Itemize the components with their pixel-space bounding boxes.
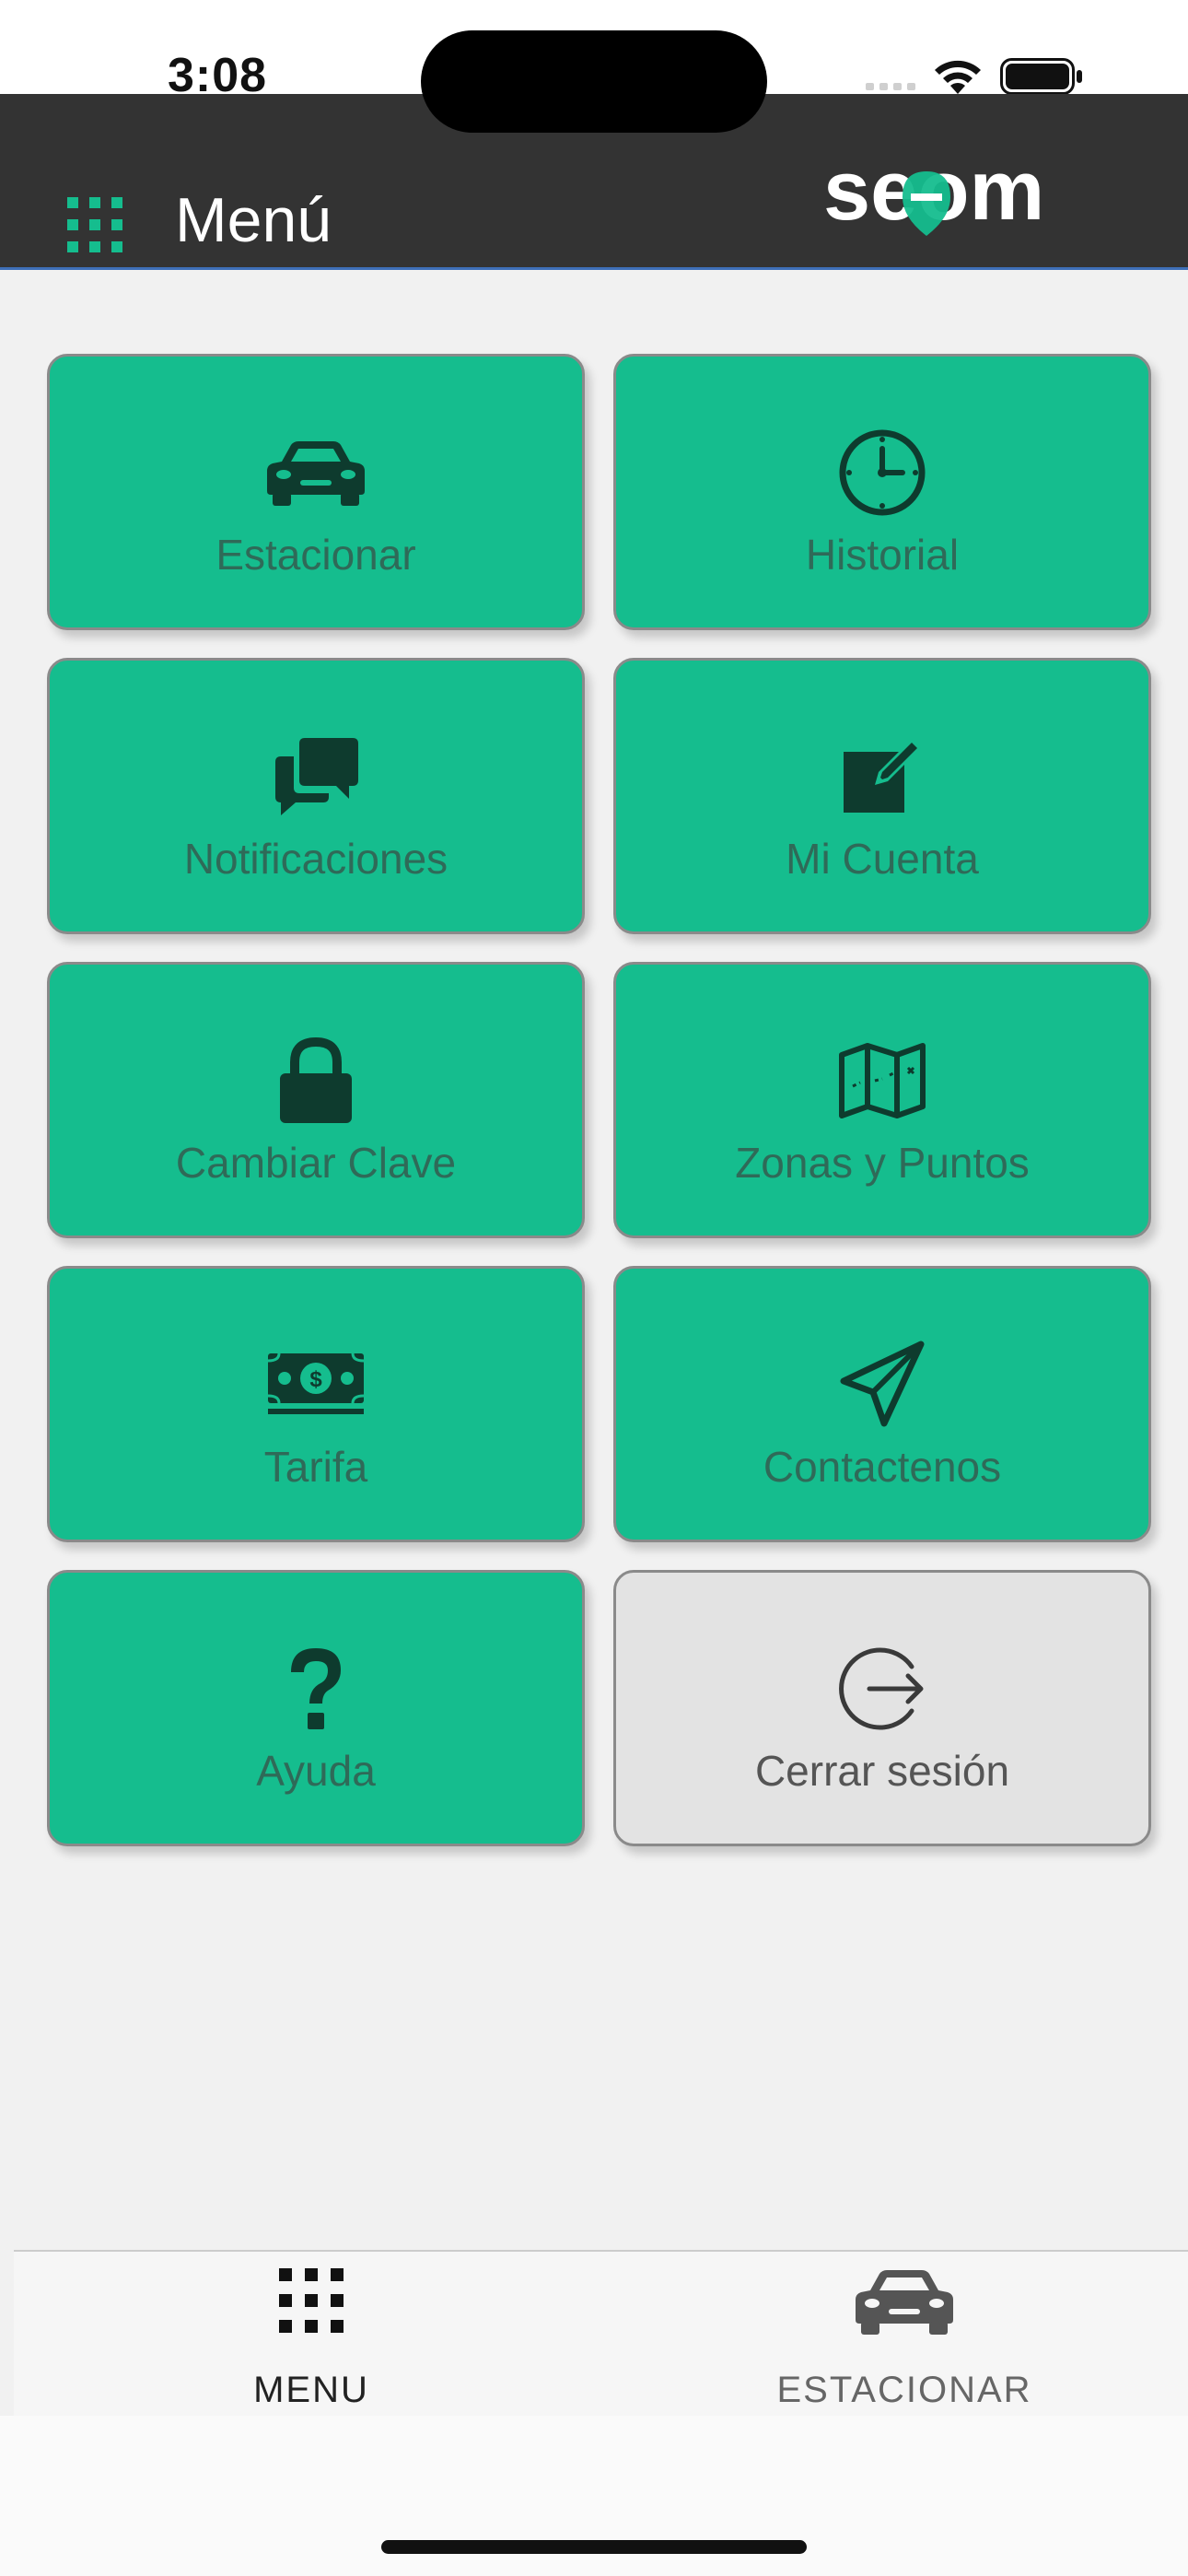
car-icon	[265, 428, 367, 517]
question-icon	[265, 1645, 367, 1733]
tile-label: Historial	[805, 531, 960, 579]
clock-icon	[832, 428, 933, 517]
map-icon	[832, 1036, 933, 1125]
logout-icon	[832, 1645, 933, 1733]
svg-text:$: $	[309, 1367, 322, 1392]
grid-icon	[279, 2268, 344, 2333]
tile-tarifa[interactable]: $ Tarifa	[47, 1266, 585, 1542]
menu-grid-icon[interactable]	[67, 197, 122, 252]
tile-label: Ayuda	[256, 1747, 376, 1795]
bottom-tab-bar: MENU ESTACIONAR	[14, 2250, 1188, 2416]
tile-mi-cuenta[interactable]: Mi Cuenta	[613, 658, 1151, 934]
car-icon	[856, 2270, 953, 2335]
tab-estacionar[interactable]: ESTACIONAR	[646, 2252, 1162, 2418]
lock-icon	[265, 1036, 367, 1125]
tile-label: Notificaciones	[183, 835, 448, 883]
chat-bubbles-icon	[265, 732, 367, 821]
status-icons	[866, 57, 1083, 96]
tab-menu[interactable]: MENU	[53, 2252, 569, 2418]
tile-cambiar-clave[interactable]: Cambiar Clave	[47, 962, 585, 1238]
tile-contactenos[interactable]: Contactenos	[613, 1266, 1151, 1542]
tile-ayuda[interactable]: Ayuda	[47, 1570, 585, 1846]
tile-label: Estacionar	[215, 531, 416, 579]
tile-label: Mi Cuenta	[786, 835, 979, 883]
tile-label: Contactenos	[763, 1443, 1002, 1491]
tile-label: Cerrar sesión	[754, 1747, 1010, 1795]
edit-square-icon	[832, 732, 933, 821]
tile-label: Cambiar Clave	[175, 1139, 457, 1187]
battery-icon	[1000, 58, 1082, 95]
tile-cerrar-sesion[interactable]: Cerrar sesión	[613, 1570, 1151, 1846]
home-indicator[interactable]	[381, 2540, 807, 2554]
seom-logo: seom	[823, 153, 1044, 236]
tile-estacionar[interactable]: Estacionar	[47, 354, 585, 630]
tile-label: Zonas y Puntos	[735, 1139, 1030, 1187]
tile-historial[interactable]: Historial	[613, 354, 1151, 630]
page-title: Menú	[175, 185, 332, 255]
tile-zonas-y-puntos[interactable]: Zonas y Puntos	[613, 962, 1151, 1238]
cellular-signal-icon	[866, 63, 915, 90]
paper-plane-icon	[832, 1341, 933, 1429]
tile-label: Tarifa	[263, 1443, 368, 1491]
tab-label: ESTACIONAR	[776, 2370, 1032, 2410]
tile-notificaciones[interactable]: Notificaciones	[47, 658, 585, 934]
money-bill-icon: $	[265, 1341, 367, 1429]
wifi-icon	[935, 60, 981, 94]
dynamic-island	[421, 30, 767, 133]
tab-label: MENU	[253, 2370, 369, 2410]
